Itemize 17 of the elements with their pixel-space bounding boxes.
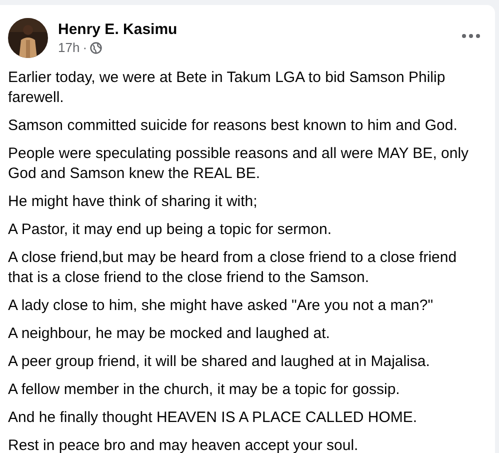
- post-paragraph: He might have think of sharing it with;: [8, 192, 258, 212]
- post-paragraph: A lady close to him, she might have asked "Are you not a man?": [8, 296, 434, 316]
- post-paragraph: A fellow member in the church, it may be a topic for gossip.: [8, 380, 401, 400]
- separator: ·: [82, 40, 88, 55]
- post-paragraph: Rest in peace bro and may heaven accept your soul.: [8, 436, 360, 453]
- author-name[interactable]: Henry E. Kasimu: [58, 21, 451, 38]
- post-time[interactable]: 17h: [58, 40, 80, 55]
- post-paragraph: A close friend,but may be heard from a close friend to a close friend that is a close friend to the close friend to the Samson.: [8, 248, 458, 288]
- post-paragraph: A peer group friend, it will be shared and laughed at in Majalisa.: [8, 352, 431, 372]
- globe-icon: [90, 42, 102, 54]
- post-paragraph: A neighbour, he may be mocked and laughed at.: [8, 324, 331, 344]
- post-paragraph: And he finally thought HEAVEN IS A PLACE CALLED HOME.: [8, 408, 418, 428]
- post-paragraph: Samson committed suicide for reasons best known to him and God.: [8, 116, 458, 136]
- post-paragraph: Earlier today, we were at Bete in Takum LGA to bid Samson Philip farewell.: [8, 68, 446, 108]
- post-paragraph: People were speculating possible reasons and all were MAY BE, only God and Samson knew the REAL BE.: [8, 144, 470, 184]
- more-options-icon[interactable]: [461, 33, 481, 39]
- post-paragraph: A Pastor, it may end up being a topic for sermon.: [8, 220, 333, 240]
